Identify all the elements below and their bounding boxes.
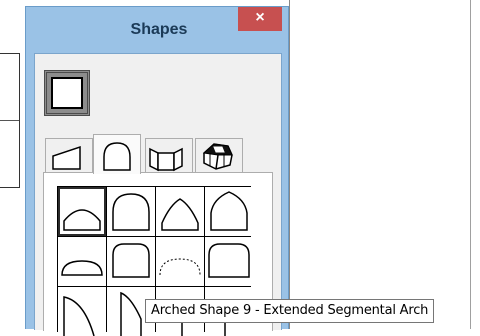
rectangle-shape-button[interactable] bbox=[44, 70, 90, 116]
tab-arch[interactable] bbox=[93, 134, 141, 174]
shape-cell-half-round-arch[interactable] bbox=[58, 237, 106, 286]
shape-tooltip: Arched Shape 9 - Extended Segmental Arch bbox=[145, 299, 435, 323]
trapezoid-shape-icon bbox=[52, 145, 81, 170]
left-panel-fragment bbox=[0, 53, 20, 188]
tab-3d-shapes[interactable] bbox=[195, 138, 243, 172]
shape-cell-gothic-arch[interactable] bbox=[156, 187, 204, 236]
shape-cell-eyebrow-arch[interactable] bbox=[205, 237, 253, 286]
pointed-arch-icon bbox=[210, 191, 248, 231]
canvas-area[interactable] bbox=[289, 0, 479, 329]
shape-cell-tall-round-arch[interactable] bbox=[107, 237, 155, 286]
shape-cell-pointed-arch[interactable] bbox=[205, 187, 253, 236]
half-round-arch-icon bbox=[61, 260, 103, 276]
segmental-arch-icon bbox=[63, 209, 101, 231]
tall-round-arch-icon bbox=[112, 243, 150, 278]
shapes-client-area bbox=[34, 53, 282, 336]
shapes-window: Shapes × bbox=[25, 6, 289, 336]
shape-category-tabs bbox=[45, 134, 255, 174]
shape-cell-dashed-segmental-arch[interactable] bbox=[156, 237, 204, 286]
eyebrow-arch-icon bbox=[208, 243, 250, 278]
bay-window-shape-icon bbox=[149, 147, 183, 172]
close-button[interactable]: × bbox=[238, 7, 282, 31]
dashed-segmental-arch-icon bbox=[159, 258, 201, 276]
rectangle-shape-icon bbox=[51, 77, 83, 109]
round-top-arch-icon bbox=[112, 193, 150, 231]
shape-cell-round-top-arch[interactable] bbox=[107, 187, 155, 236]
arch-shape-icon bbox=[103, 142, 131, 171]
tab-bay-window[interactable] bbox=[145, 138, 193, 172]
close-icon: × bbox=[255, 9, 265, 26]
tab-trapezoid[interactable] bbox=[45, 138, 93, 172]
gothic-arch-icon bbox=[161, 198, 199, 231]
shape-cell-segmental-arch[interactable] bbox=[58, 187, 106, 236]
3d-shape-icon bbox=[202, 143, 233, 170]
